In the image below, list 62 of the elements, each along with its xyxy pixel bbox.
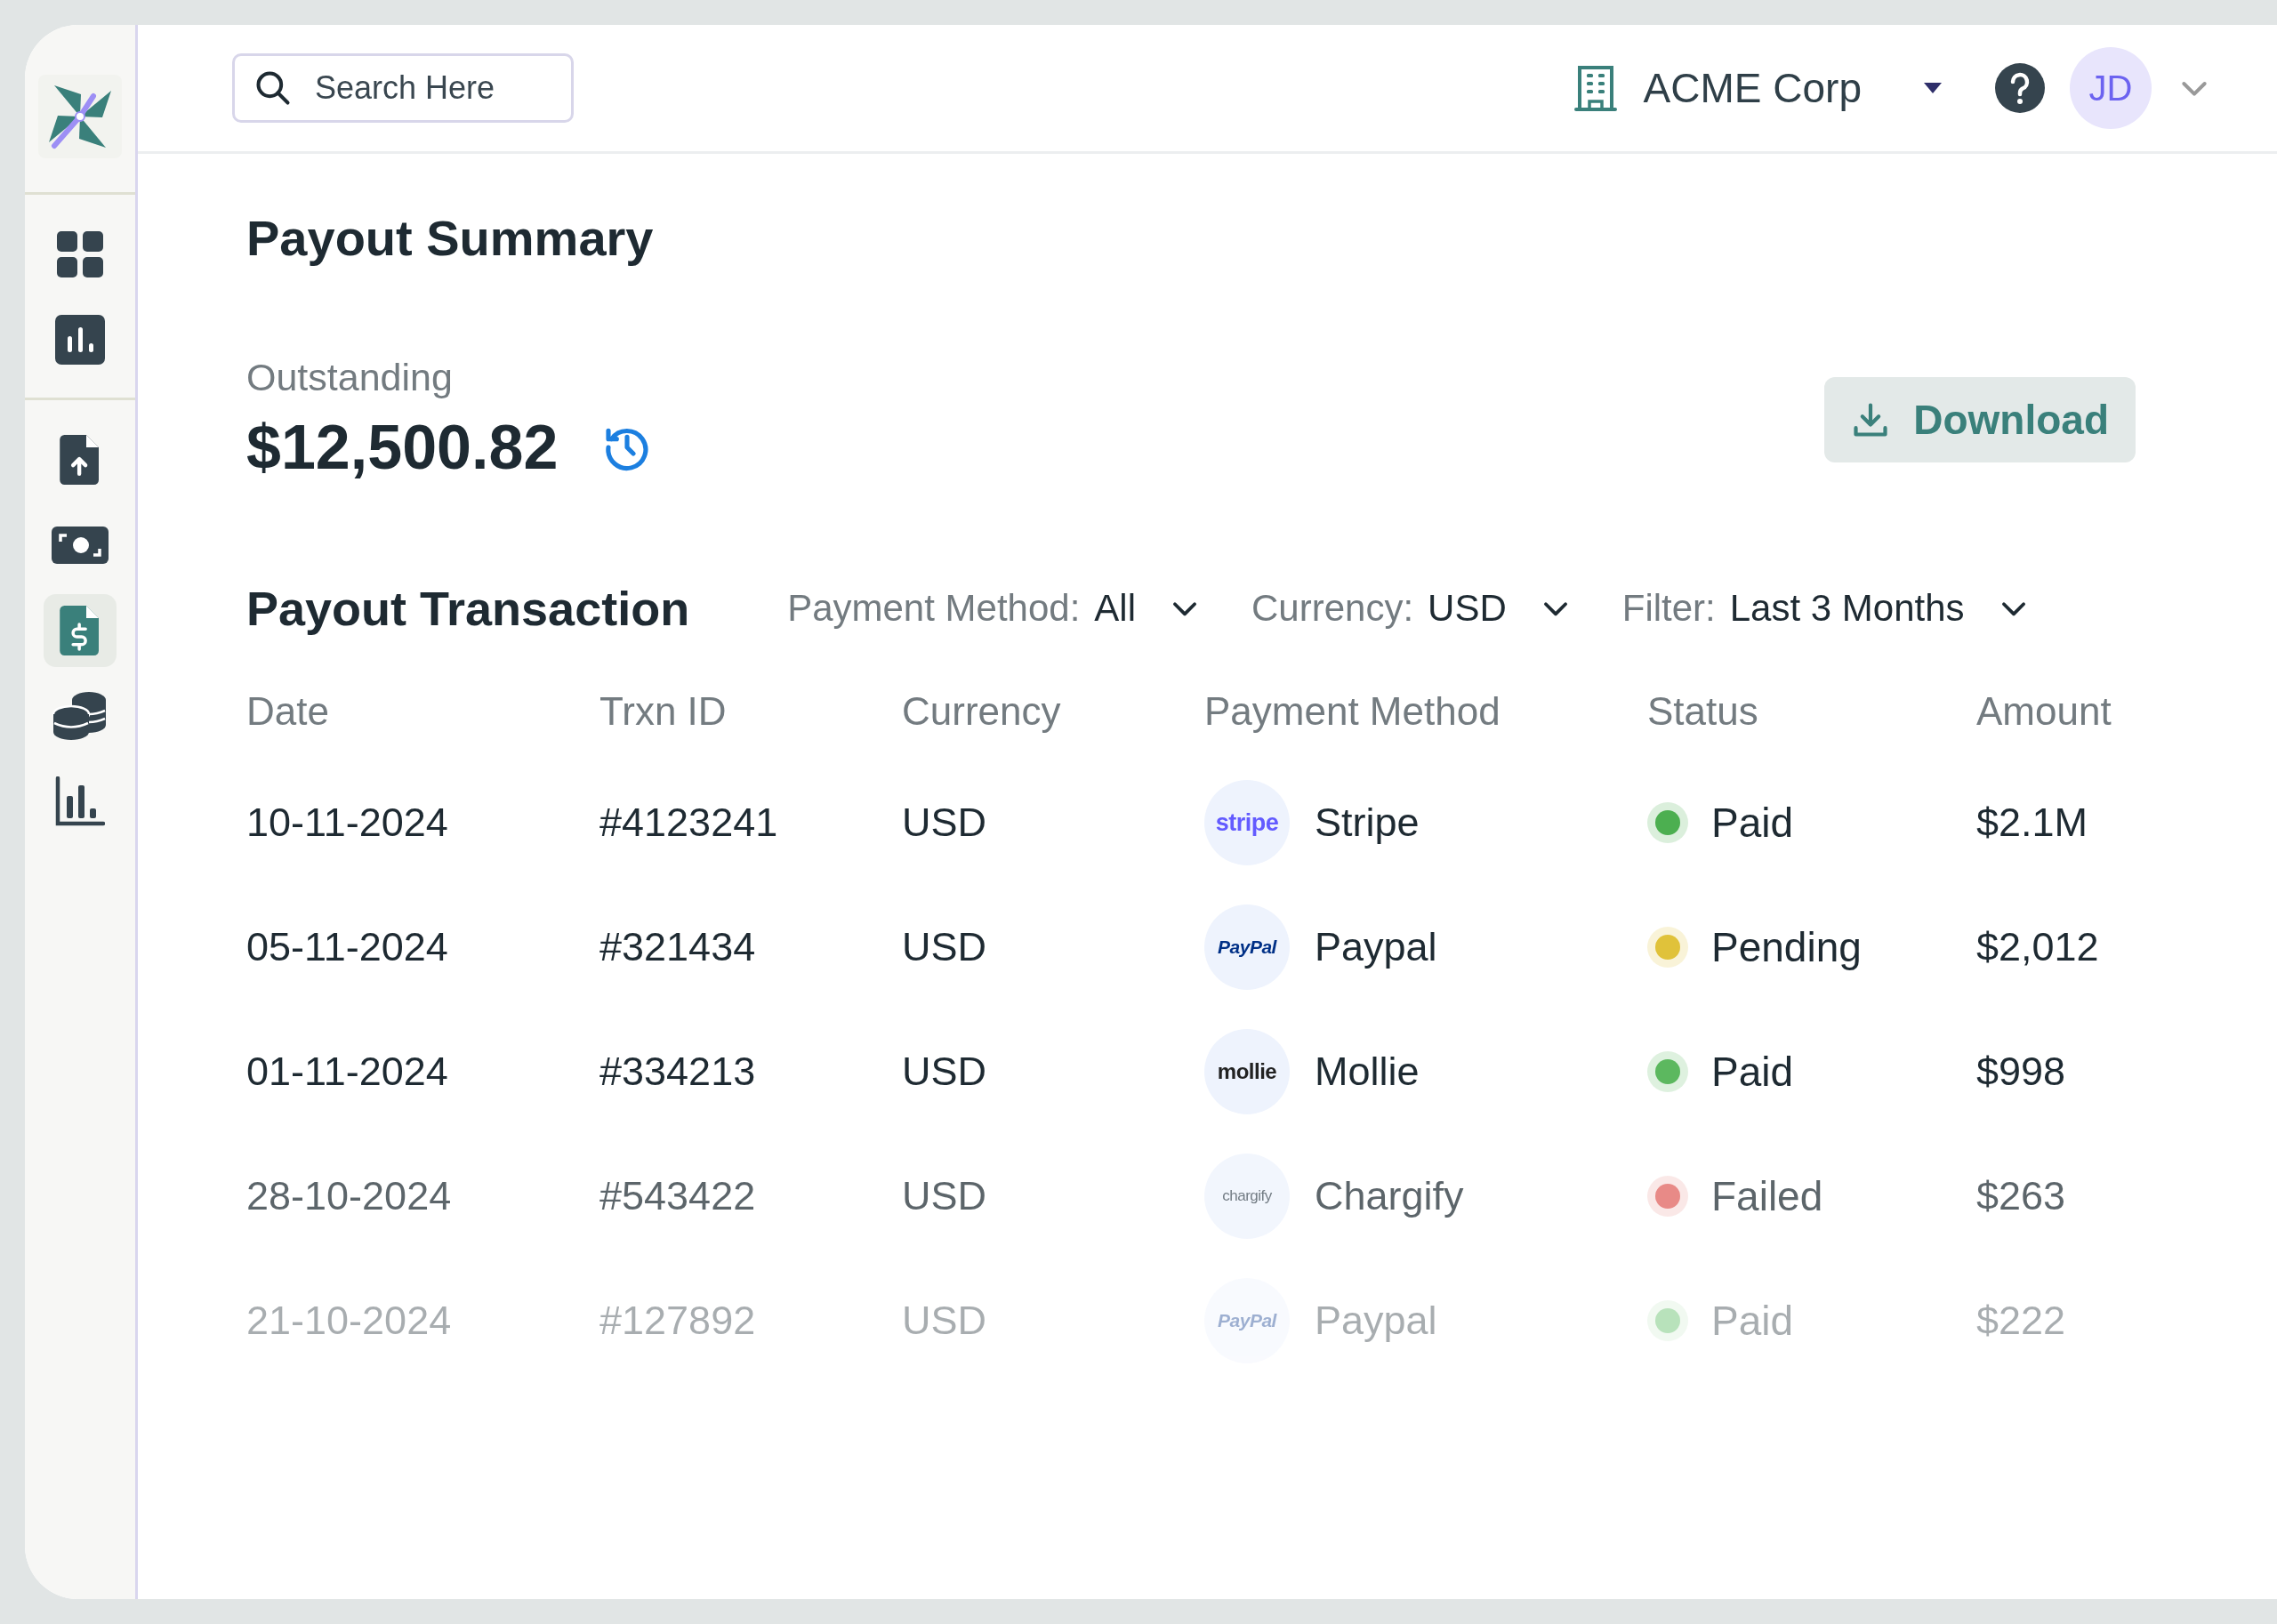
page-title: Payout Summary — [246, 209, 655, 267]
table-cell-text: USD — [902, 923, 987, 971]
column-header: Status — [1647, 689, 1759, 735]
table-cell-text: USD — [902, 799, 987, 847]
search-icon — [253, 68, 293, 108]
column-header: Date — [246, 689, 330, 735]
table-cell-text: USD — [902, 1048, 987, 1096]
table-cell-text: USD — [902, 1297, 987, 1345]
download-button[interactable]: Download — [1824, 376, 2136, 462]
help-icon[interactable] — [1995, 63, 2045, 113]
payment-method-name: Chargify — [1315, 1173, 1464, 1219]
company-selector[interactable]: ACME Corp — [1573, 64, 1942, 112]
table-cell-text: $263 — [1976, 1172, 2067, 1220]
table-cell-text: #321434 — [599, 923, 757, 971]
table-cell-text: 28-10-2024 — [246, 1172, 453, 1220]
building-icon — [1573, 65, 1617, 111]
table-cell-text: $2,012 — [1976, 923, 2100, 971]
table-cell-text: 05-11-2024 — [246, 923, 449, 971]
table-cell-text: 21-10-2024 — [246, 1297, 453, 1345]
table-cell-text: $998 — [1976, 1048, 2067, 1096]
grid-icon — [55, 229, 105, 279]
status-label: Paid — [1711, 799, 1794, 847]
table-cell-text: $222 — [1976, 1297, 2067, 1345]
outstanding-label: Outstanding — [246, 356, 454, 399]
table-cell-text: 10-11-2024 — [246, 799, 449, 847]
payment-logo-icon: chargify — [1204, 1154, 1290, 1239]
payment-method-name: Paypal — [1315, 924, 1437, 970]
table-cell-text: #334213 — [599, 1048, 757, 1096]
status-label: Paid — [1711, 1297, 1794, 1345]
payment-logo-icon: mollie — [1204, 1029, 1290, 1114]
payment-method-name: Stripe — [1315, 800, 1420, 846]
table-cell-text: 01-11-2024 — [246, 1048, 449, 1096]
filter-dropdown[interactable]: Currency: USD — [1251, 587, 1573, 630]
payment-method-name: Paypal — [1315, 1298, 1437, 1344]
column-header: Amount — [1976, 689, 2112, 735]
table-cell-text: #543422 — [599, 1172, 757, 1220]
outstanding-amount: $12,500.82 — [246, 412, 559, 483]
filter-dropdown[interactable]: Payment Method: All — [787, 587, 1202, 630]
status-label: Paid — [1711, 1048, 1794, 1096]
payment-method-name: Mollie — [1315, 1049, 1420, 1095]
table-cell-text: #4123241 — [599, 799, 779, 847]
payment-logo-icon: PayPal — [1204, 904, 1290, 990]
table-cell-text: #127892 — [599, 1297, 757, 1345]
coins-icon — [52, 691, 109, 741]
column-header: Currency — [902, 689, 1062, 735]
status-label: Failed — [1711, 1172, 1823, 1220]
filter-dropdown[interactable]: Filter: Last 3 Months — [1621, 587, 2031, 630]
bar-chart-icon — [55, 776, 105, 826]
payment-logo-icon: PayPal — [1204, 1278, 1290, 1363]
payment-logo-icon: stripe — [1204, 780, 1290, 865]
chart-icon — [55, 315, 105, 365]
user-avatar[interactable]: JD — [2070, 47, 2152, 129]
pinwheel-logo-icon — [47, 84, 113, 149]
column-header: Payment Method — [1204, 689, 1501, 735]
caret-down-icon — [1924, 83, 1942, 93]
column-header: Trxn ID — [599, 689, 728, 735]
table-cell-text: $2.1M — [1976, 799, 2089, 847]
section-title: Payout Transaction — [246, 581, 690, 636]
search-field[interactable]: Search Here — [232, 53, 574, 123]
table-cell-text: USD — [902, 1172, 987, 1220]
sidebar-item[interactable] — [44, 594, 117, 667]
status-label: Pending — [1711, 923, 1862, 971]
